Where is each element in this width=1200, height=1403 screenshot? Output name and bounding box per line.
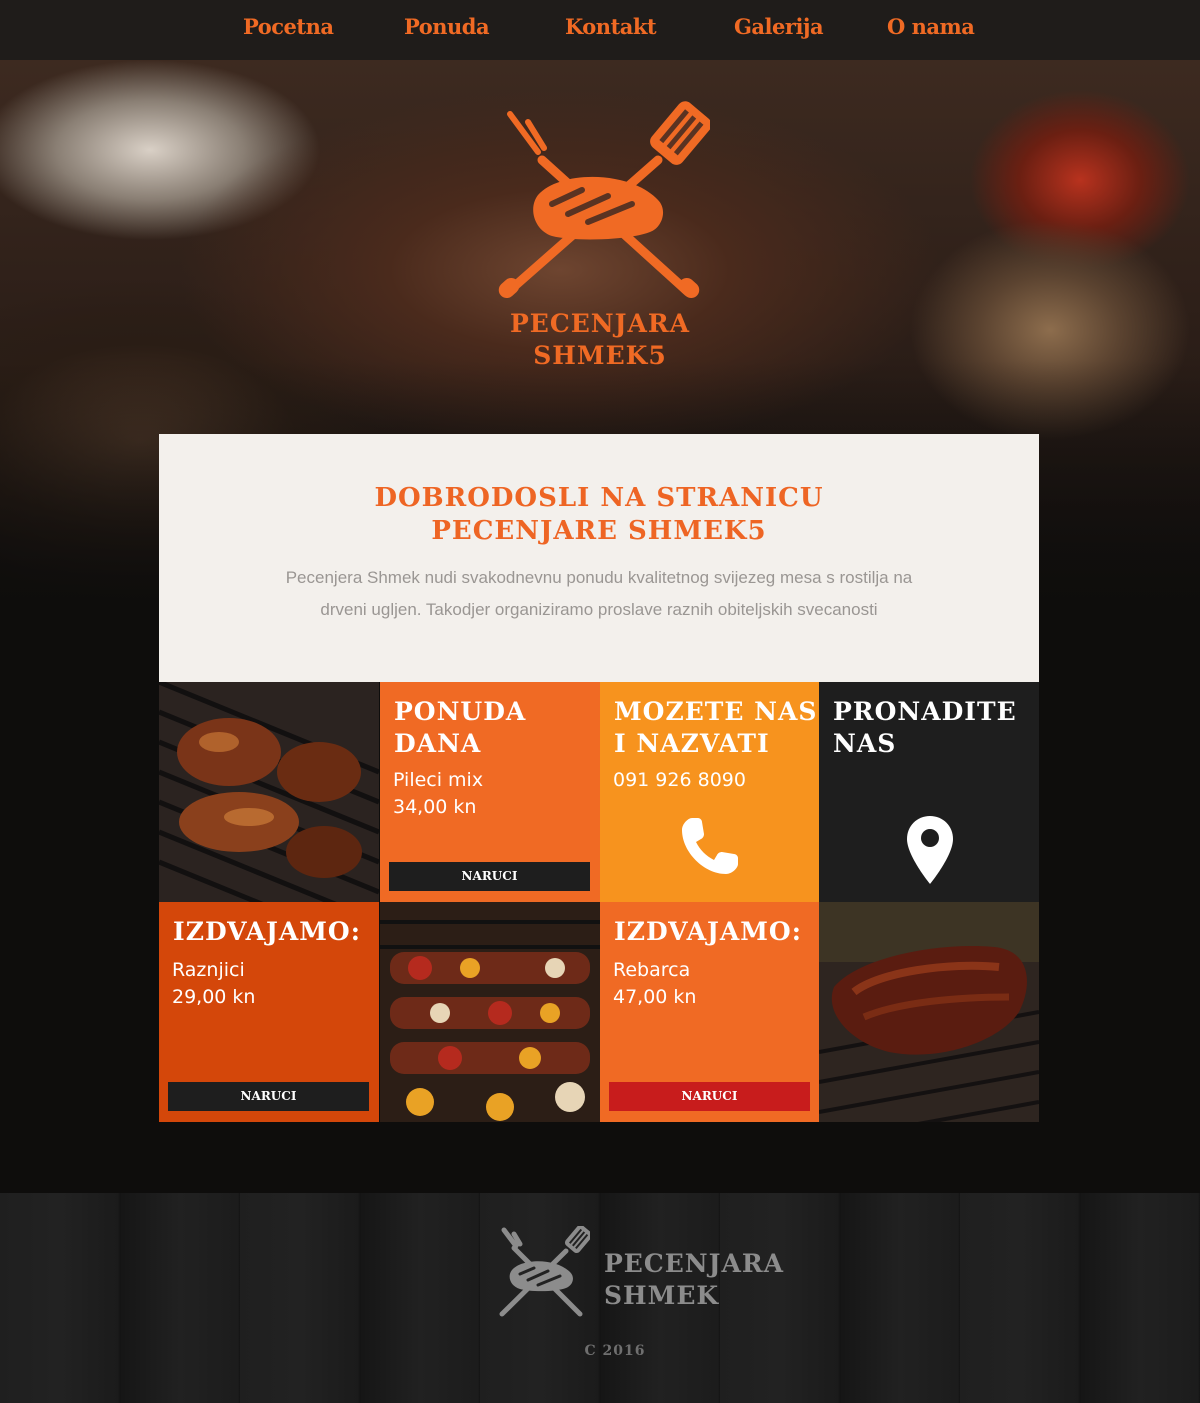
welcome-section: DOBRODOSLI NA STRANICU PECENJARE SHMEK5 … — [159, 434, 1039, 682]
featured-ribs-price: 47,00 kn — [613, 986, 697, 1008]
top-navigation: Pocetna Ponuda Kontakt Galerija O nama — [0, 0, 1200, 60]
daily-order-button[interactable]: NARUCI — [389, 862, 590, 891]
call-us-title-line1: MOZETE NAS — [614, 697, 818, 726]
phone-icon[interactable] — [678, 814, 742, 878]
map-pin-icon[interactable] — [907, 816, 953, 884]
featured-skewers-details: Raznjici 29,00 kn — [172, 957, 255, 1011]
find-us-title-line1: PRONADITE — [833, 697, 1017, 726]
daily-offer-details: Pileci mix 34,00 kn — [393, 767, 483, 821]
featured-skewers-tile: IZDVAJAMO: Raznjici 29,00 kn NARUCI — [159, 902, 379, 1122]
hero-logo-title: PECENJARA SHMEK5 — [440, 308, 760, 372]
footer-copyright: C 2016 — [584, 1343, 646, 1359]
daily-offer-price: 34,00 kn — [393, 796, 477, 818]
ribs-image — [819, 902, 1039, 1122]
footer-logo-line1: PECENJARA — [604, 1249, 785, 1278]
ribs-photo — [819, 902, 1039, 1122]
call-us-title: MOZETE NAS I NAZVATI — [614, 696, 819, 760]
nav-item-kontakt[interactable]: Kontakt — [565, 14, 657, 39]
find-us-title: PRONADITE NAS — [833, 696, 1038, 760]
welcome-text: Pecenjera Shmek nudi svakodnevnu ponudu … — [285, 568, 913, 619]
daily-offer-title-line2: DANA — [394, 729, 482, 758]
nav-item-pocetna[interactable]: Pocetna — [243, 14, 334, 39]
find-us-title-line2: NAS — [833, 729, 897, 758]
footer-grill-icon — [499, 1226, 590, 1317]
hero-logo-line2: SHMEK5 — [533, 341, 667, 370]
ribs-order-button[interactable]: NARUCI — [609, 1082, 810, 1111]
featured-ribs-details: Rebarca 47,00 kn — [613, 957, 696, 1011]
daily-offer-item: Pileci mix — [393, 769, 484, 791]
welcome-title-line2: PECENJARE SHMEK5 — [431, 516, 767, 546]
welcome-title: DOBRODOSLI NA STRANICU PECENJARE SHMEK5 — [159, 482, 1039, 548]
footer-logo-title: PECENJARA SHMEK — [604, 1248, 784, 1312]
daily-offer-title-line1: PONUDA — [394, 697, 527, 726]
phone-number[interactable]: 091 926 8090 — [613, 767, 746, 794]
skewers-photo — [380, 902, 600, 1122]
featured-skewers-title: IZDVAJAMO: — [173, 917, 361, 946]
call-us-tile: MOZETE NAS I NAZVATI 091 926 8090 — [600, 682, 820, 902]
daily-offer-tile: PONUDA DANA Pileci mix 34,00 kn NARUCI — [380, 682, 600, 902]
nav-item-ponuda[interactable]: Ponuda — [404, 14, 490, 39]
nav-item-galerija[interactable]: Galerija — [734, 14, 824, 39]
featured-skewers-item: Raznjici — [172, 959, 245, 981]
featured-ribs-title: IZDVAJAMO: — [614, 917, 802, 946]
find-us-tile: PRONADITE NAS — [819, 682, 1039, 902]
grilled-chicken-photo — [159, 682, 379, 902]
featured-skewers-price: 29,00 kn — [172, 986, 256, 1008]
hero-logo-line1: PECENJARA — [509, 309, 691, 338]
footer: PECENJARA SHMEK C 2016 — [0, 1193, 1200, 1403]
featured-ribs-tile: IZDVAJAMO: Rebarca 47,00 kn NARUCI — [600, 902, 820, 1122]
grilled-chicken-image — [159, 682, 379, 902]
featured-ribs-item: Rebarca — [613, 959, 691, 981]
call-us-title-line2: I NAZVATI — [614, 729, 770, 758]
skewers-order-button[interactable]: NARUCI — [168, 1082, 369, 1111]
skewers-image — [380, 902, 600, 1122]
welcome-title-line1: DOBRODOSLI NA STRANICU — [374, 483, 824, 513]
footer-logo-line2: SHMEK — [604, 1281, 720, 1310]
daily-offer-title: PONUDA DANA — [394, 696, 599, 760]
nav-item-o-nama[interactable]: O nama — [887, 14, 975, 39]
